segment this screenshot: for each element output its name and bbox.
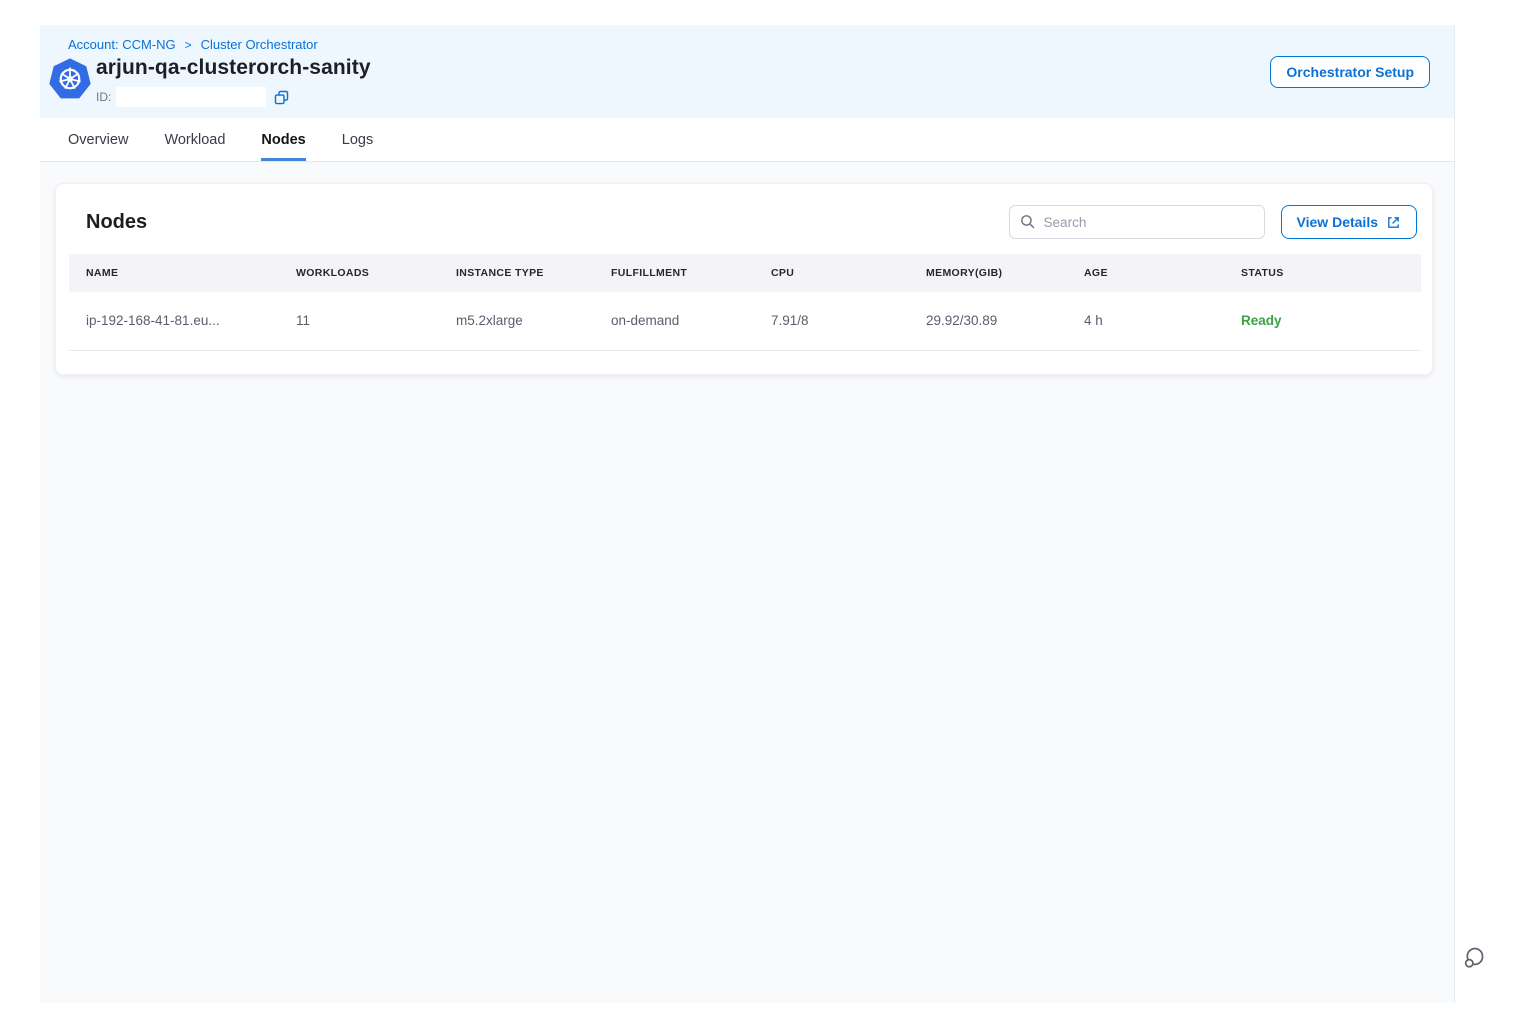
view-details-label: View Details — [1297, 214, 1378, 230]
page-content: Account: CCM-NG > Cluster Orchestrator — [40, 25, 1455, 1003]
page-title: arjun-qa-clusterorch-sanity — [96, 56, 371, 80]
tab-workload[interactable]: Workload — [164, 118, 225, 161]
tab-nodes[interactable]: Nodes — [261, 118, 305, 161]
column-header-status: STATUS — [1224, 254, 1421, 292]
view-details-button[interactable]: View Details — [1281, 205, 1417, 239]
cluster-header: Account: CCM-NG > Cluster Orchestrator — [40, 25, 1454, 118]
cell-workloads: 11 — [279, 292, 439, 350]
chat-help-icon[interactable] — [1460, 944, 1488, 972]
cluster-id-row: ID: — [96, 87, 291, 107]
table-header-row: NAME WORKLOADS INSTANCE TYPE FULFILLMENT… — [69, 254, 1421, 292]
tab-logs[interactable]: Logs — [342, 118, 373, 161]
column-header-name: NAME — [69, 254, 279, 292]
cell-fulfillment: on-demand — [594, 292, 754, 350]
main-area: Nodes View Details — [40, 162, 1454, 1003]
column-header-workloads: WORKLOADS — [279, 254, 439, 292]
column-header-memory: MEMORY(GIB) — [909, 254, 1067, 292]
column-header-instance-type: INSTANCE TYPE — [439, 254, 594, 292]
cluster-tabs: Overview Workload Nodes Logs — [40, 118, 1454, 162]
cluster-id-value — [116, 87, 266, 107]
search-input[interactable] — [1009, 205, 1265, 239]
cell-node-name: ip-192-168-41-81.eu... — [69, 292, 279, 350]
column-header-cpu: CPU — [754, 254, 909, 292]
id-label: ID: — [96, 90, 111, 104]
column-header-fulfillment: FULFILLMENT — [594, 254, 754, 292]
status-badge: Ready — [1224, 292, 1421, 350]
breadcrumb: Account: CCM-NG > Cluster Orchestrator — [68, 37, 318, 52]
cell-memory: 29.92/30.89 — [909, 292, 1067, 350]
breadcrumb-separator-icon: > — [185, 38, 192, 52]
external-link-icon — [1386, 215, 1401, 230]
nodes-table: NAME WORKLOADS INSTANCE TYPE FULFILLMENT… — [69, 254, 1421, 351]
table-row[interactable]: ip-192-168-41-81.eu... 11 m5.2xlarge on-… — [69, 292, 1421, 350]
cell-instance-type: m5.2xlarge — [439, 292, 594, 350]
breadcrumb-account-link[interactable]: Account: CCM-NG — [68, 37, 176, 52]
tab-overview[interactable]: Overview — [68, 118, 128, 161]
node-search — [1009, 205, 1265, 239]
kubernetes-icon — [48, 57, 92, 101]
nodes-card-header: Nodes View Details — [69, 184, 1419, 250]
orchestrator-setup-button[interactable]: Orchestrator Setup — [1270, 56, 1430, 88]
orchestrator-setup-label: Orchestrator Setup — [1286, 64, 1414, 80]
breadcrumb-cluster-orchestrator-link[interactable]: Cluster Orchestrator — [201, 37, 318, 52]
cell-cpu: 7.91/8 — [754, 292, 909, 350]
column-header-age: AGE — [1067, 254, 1224, 292]
cell-age: 4 h — [1067, 292, 1224, 350]
copy-icon[interactable] — [271, 87, 291, 107]
nodes-heading: Nodes — [86, 211, 147, 234]
nodes-card: Nodes View Details — [55, 183, 1433, 375]
